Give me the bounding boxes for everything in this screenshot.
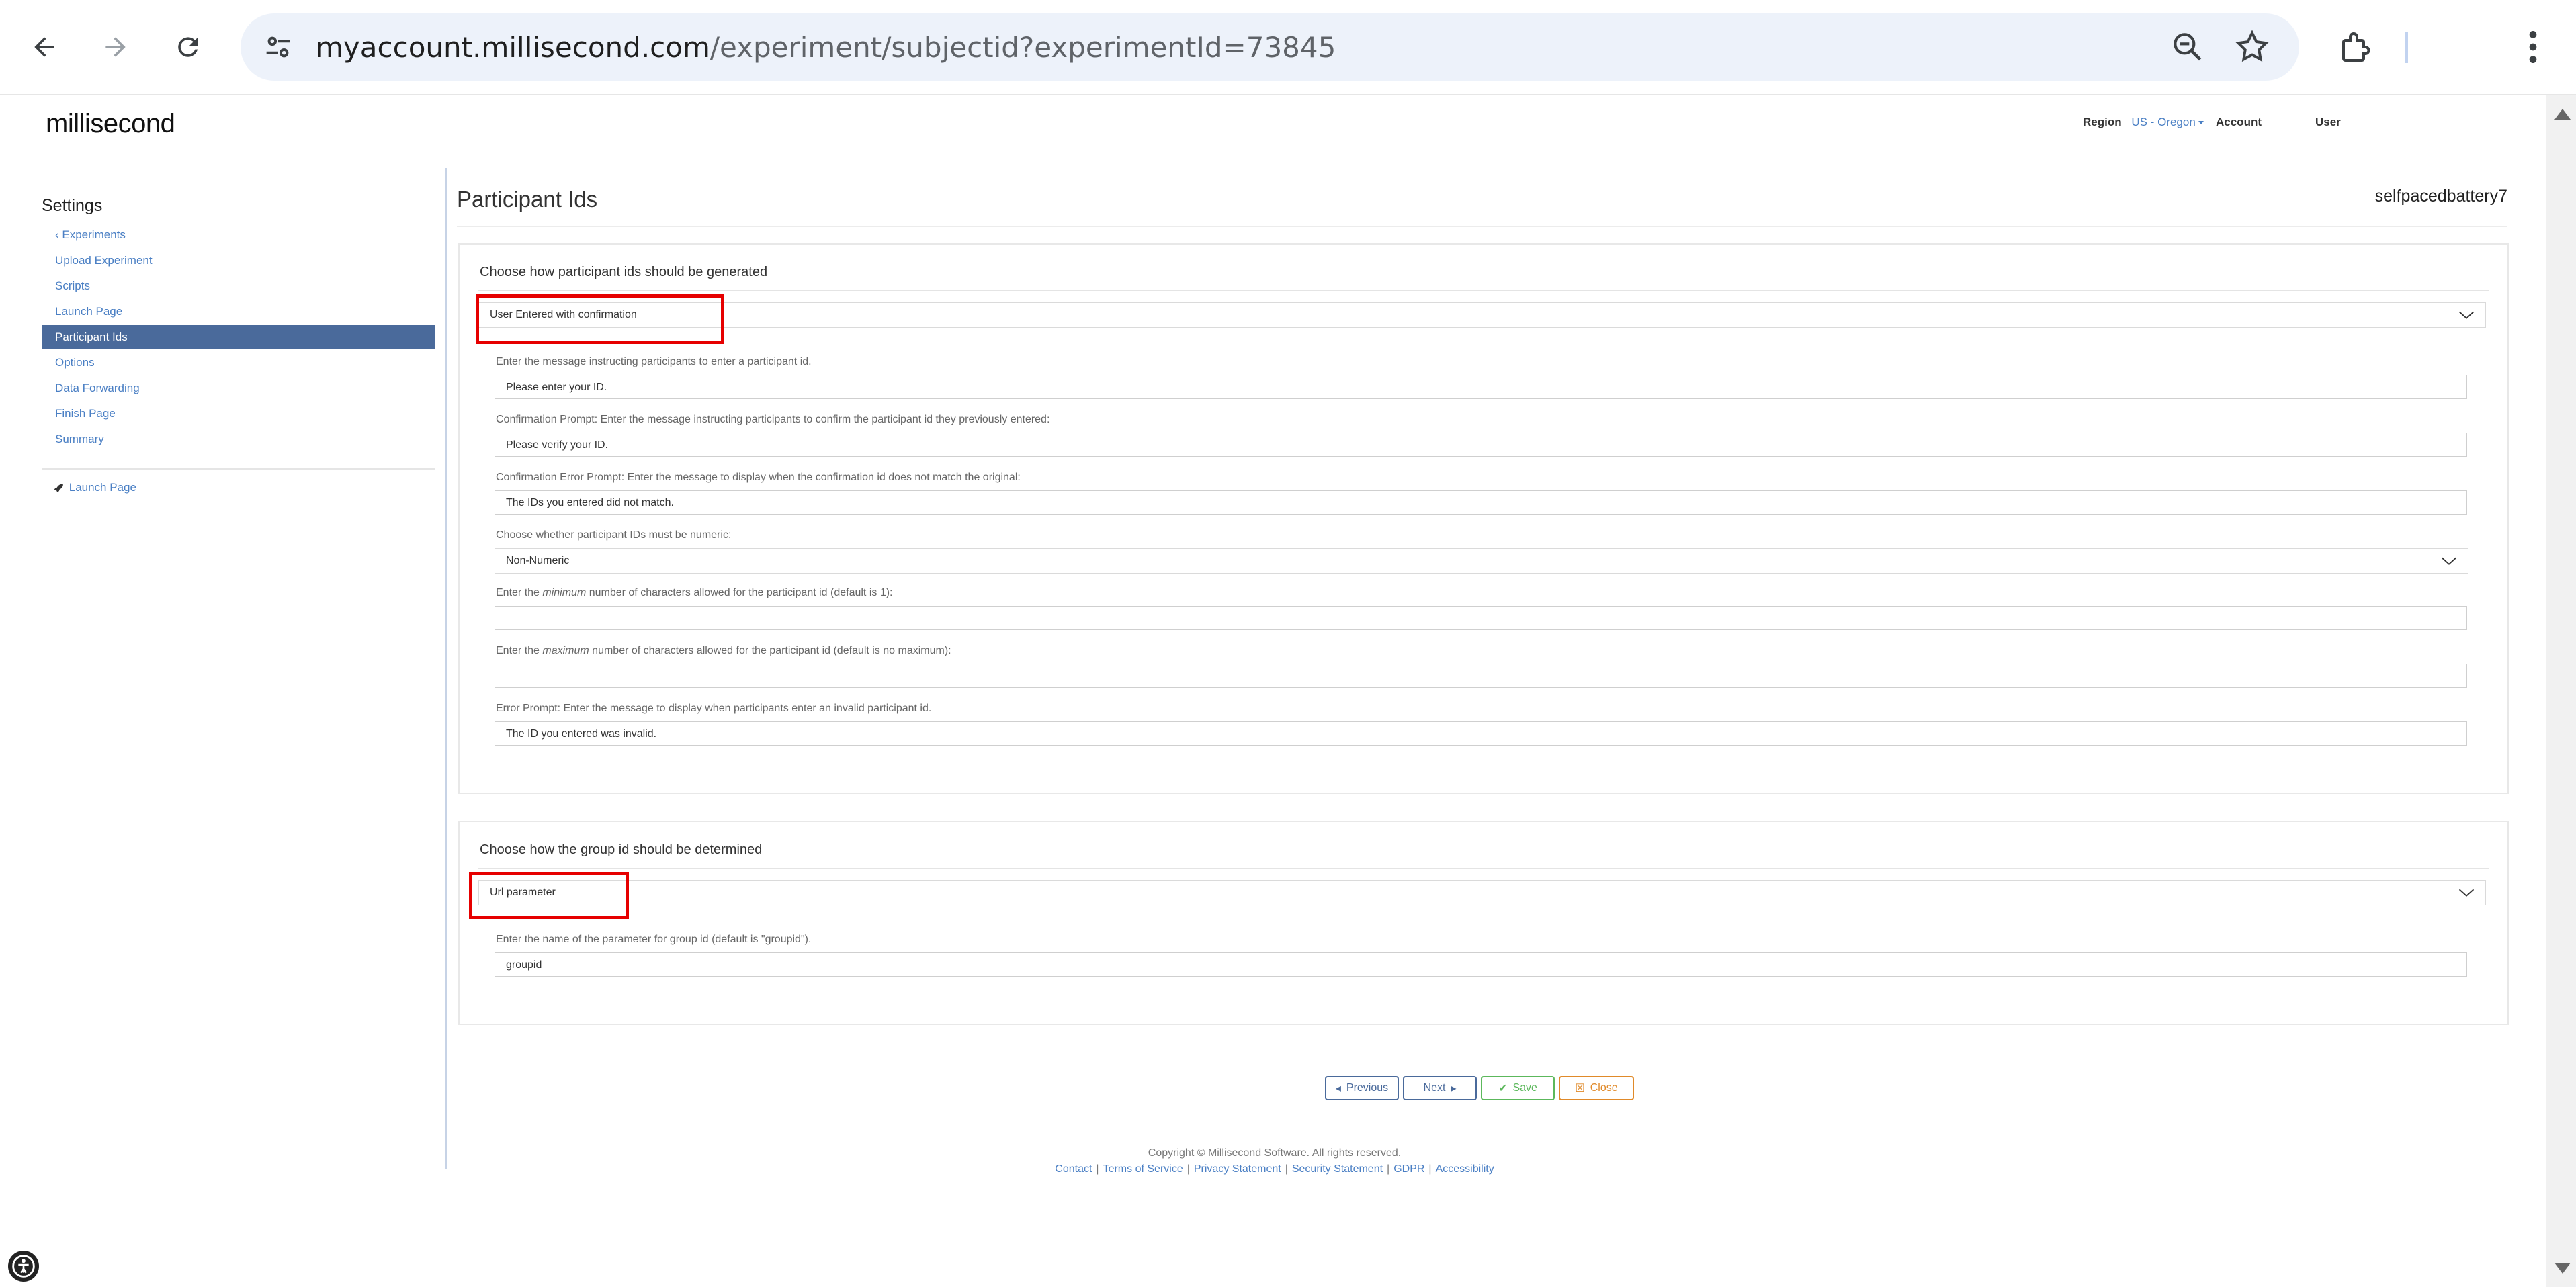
browser-menu-icon[interactable] [2520,26,2546,69]
prompt-input[interactable]: Please enter your ID. [495,375,2467,399]
accessibility-widget-icon[interactable] [8,1251,39,1282]
site-settings-icon[interactable] [261,30,296,64]
close-square-icon: ☒ [1575,1083,1585,1094]
participant-panel-heading: Choose how participant ids should be gen… [480,265,768,279]
sidebar-launch-link[interactable]: Launch Page [42,476,435,500]
previous-button[interactable]: ◂ Previous [1325,1076,1399,1100]
chevron-left-icon: ‹ [55,228,62,241]
confirm-error-input[interactable]: The IDs you entered did not match. [495,490,2467,515]
page-scrollbar[interactable] [2546,95,2576,1287]
group-panel-heading: Choose how the group id should be determ… [480,842,763,857]
caret-right-icon: ▸ [1451,1083,1457,1094]
forward-icon[interactable] [95,27,136,67]
experiment-name: selfpacedbattery7 [2374,187,2507,206]
zoom-icon[interactable] [2169,28,2206,66]
numeric-label: Choose whether participant IDs must be n… [496,529,732,541]
sidebar-separator [445,168,447,1169]
participant-id-method-select[interactable]: User Entered with confirmation [478,302,2486,328]
caret-left-icon: ◂ [1335,1083,1341,1094]
caret-down-icon [2198,121,2204,125]
footer-link-terms[interactable]: Terms of Service [1103,1163,1183,1175]
footer-copyright: Copyright © Millisecond Software. All ri… [1148,1147,1402,1159]
sidebar-heading: Settings [42,196,103,215]
scroll-up-icon[interactable] [2554,109,2571,120]
sidebar-item-summary[interactable]: Summary [42,427,435,451]
max-length-input[interactable] [495,664,2467,688]
sidebar-item-data-forwarding[interactable]: Data Forwarding [42,376,435,400]
region-selector[interactable]: Region US - Oregon [2083,116,2204,129]
footer-link-gdpr[interactable]: GDPR [1393,1163,1424,1175]
back-icon[interactable] [24,27,65,67]
address-bar[interactable]: myaccount.millisecond.com/experiment/sub… [241,13,2299,81]
numeric-select[interactable]: Non-Numeric [495,548,2468,574]
sidebar-item-options[interactable]: Options [42,351,435,375]
chevron-down-icon [2458,311,2475,319]
toolbar-divider [2405,32,2408,63]
group-id-panel: Choose how the group id should be determ… [458,821,2509,1025]
region-value[interactable]: US - Oregon [2131,116,2195,128]
sidebar-item-experiments[interactable]: ‹ Experiments [42,223,435,247]
highlight-box [476,294,724,344]
min-length-input[interactable] [495,606,2467,630]
save-button[interactable]: ✔ Save [1481,1076,1555,1100]
account-link[interactable]: Account [2216,116,2262,129]
error-prompt-label: Error Prompt: Enter the message to displ… [496,703,932,714]
next-button[interactable]: Next ▸ [1403,1076,1477,1100]
scroll-down-icon[interactable] [2554,1263,2571,1274]
settings-sidebar: Settings ‹ Experiments Upload Experiment… [42,196,438,494]
participant-id-panel: Choose how participant ids should be gen… [458,243,2509,794]
sidebar-item-launch-page[interactable]: Launch Page [42,300,435,324]
sidebar-item-finish-page[interactable]: Finish Page [42,402,435,426]
web-page: millisecond Region US - Oregon Account U… [3,95,2546,1287]
footer-link-security[interactable]: Security Statement [1292,1163,1383,1175]
footer-link-contact[interactable]: Contact [1055,1163,1092,1175]
sidebar-item-upload-experiment[interactable]: Upload Experiment [42,249,435,273]
extensions-icon[interactable] [2337,27,2377,67]
check-circle-icon: ✔ [1498,1083,1508,1094]
panel-divider [478,868,2489,869]
title-divider [457,226,2507,227]
sidebar-divider [42,468,435,470]
chevron-down-icon [2458,889,2475,897]
group-id-method-select[interactable]: Url parameter [478,880,2486,905]
prompt-label: Enter the message instructing participan… [496,356,812,367]
footer-link-accessibility[interactable]: Accessibility [1436,1163,1494,1175]
min-length-label: Enter the minimum number of characters a… [496,587,893,598]
bookmark-star-icon[interactable] [2233,28,2271,66]
chevron-down-icon [2441,557,2457,565]
region-label: Region [2083,116,2122,128]
sidebar-item-scripts[interactable]: Scripts [42,274,435,298]
footer-links: Contact | Terms of Service | Privacy Stateme… [1055,1163,1494,1175]
confirm-prompt-label: Confirmation Prompt: Enter the message i… [496,414,1050,425]
confirm-prompt-input[interactable]: Please verify your ID. [495,433,2467,457]
close-button[interactable]: ☒ Close [1559,1076,1634,1100]
footer-link-privacy[interactable]: Privacy Statement [1194,1163,1281,1175]
site-logo[interactable]: millisecond [46,109,175,139]
group-param-input[interactable]: groupid [495,952,2467,977]
url-text[interactable]: myaccount.millisecond.com/experiment/sub… [316,31,1336,64]
panel-divider [478,290,2489,291]
page-title: Participant Ids [457,187,598,212]
reload-icon[interactable] [168,27,208,67]
user-link[interactable]: User [2315,116,2341,129]
highlight-box [469,872,629,919]
sidebar-item-participant-ids[interactable]: Participant Ids [42,325,435,349]
confirm-error-label: Confirmation Error Prompt: Enter the mes… [496,472,1021,483]
rocket-icon [51,481,66,494]
error-prompt-input[interactable]: The ID you entered was invalid. [495,721,2467,746]
group-param-label: Enter the name of the parameter for grou… [496,934,812,945]
browser-toolbar: myaccount.millisecond.com/experiment/sub… [0,0,2576,95]
max-length-label: Enter the maximum number of characters a… [496,645,951,656]
